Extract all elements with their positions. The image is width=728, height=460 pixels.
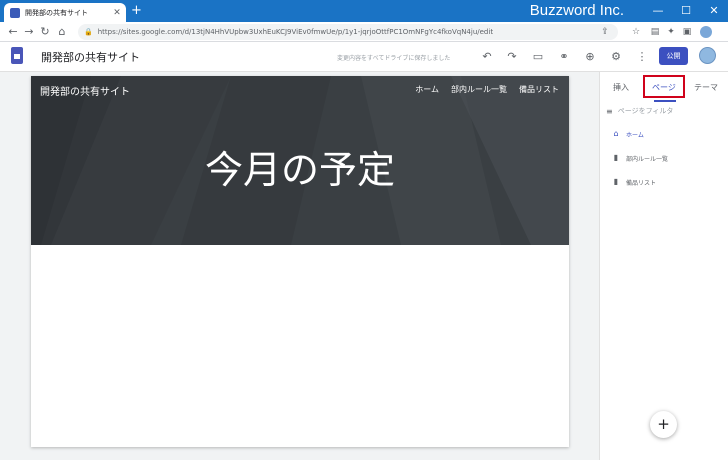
add-page-button[interactable]: + (650, 411, 677, 438)
callout-highlight-box (643, 75, 685, 98)
tab-themes[interactable]: テーマ (694, 82, 718, 93)
active-tab-indicator (654, 100, 676, 102)
filter-icon: ≡ (606, 106, 613, 116)
home-button[interactable]: ⌂ (55, 24, 69, 40)
back-button[interactable]: ← (6, 24, 20, 40)
site-name[interactable]: 開発部の共有サイト (41, 49, 140, 65)
sites-favicon-icon (10, 7, 20, 18)
forward-button[interactable]: → (22, 24, 36, 40)
page-item-equipment[interactable]: ▮ 備品リスト (612, 177, 656, 187)
account-avatar[interactable] (699, 47, 716, 64)
link-icon[interactable]: ⚭ (557, 50, 571, 64)
page-item-rules[interactable]: ▮ 部内ルール一覧 (612, 153, 668, 163)
page-title[interactable]: 今月の予定 (31, 139, 569, 194)
omnibox[interactable]: 🔒 https://sites.google.com/d/13tjN4HhVUp… (78, 24, 618, 40)
url-text: https://sites.google.com/d/13tjN4HhVUpbw… (97, 28, 494, 36)
new-tab-button[interactable]: + (131, 3, 142, 19)
header-banner[interactable]: 開発部の共有サイト ホーム 部内ルール一覧 備品リスト 今月の予定 (31, 76, 569, 245)
sidebar-icon[interactable]: ▣ (680, 25, 694, 39)
banner-navigation: ホーム 部内ルール一覧 備品リスト (415, 84, 559, 95)
nav-link-rules[interactable]: 部内ルール一覧 (451, 84, 507, 95)
tab-insert[interactable]: 挿入 (613, 82, 629, 93)
brand-watermark: Buzzword Inc. (529, 2, 624, 19)
settings-gear-icon[interactable]: ⚙ (609, 50, 623, 64)
device-preview-icon[interactable]: ▭ (531, 50, 545, 64)
browser-tab[interactable]: 開発部の共有サイト ✕ (4, 3, 126, 22)
tab-close-icon[interactable]: ✕ (110, 8, 124, 18)
page-item-label: 部内ルール一覧 (626, 155, 669, 163)
page-icon: ▮ (613, 177, 619, 186)
close-window-button[interactable]: ✕ (700, 0, 728, 22)
page-item-home[interactable]: ⌂ ホーム (612, 129, 644, 139)
extension-icon[interactable]: ▤ (648, 25, 662, 39)
puzzle-icon[interactable]: ✦ (664, 25, 678, 39)
bookmark-star-icon[interactable]: ☆ (629, 25, 643, 39)
share-icon[interactable]: ⇪ (598, 25, 612, 39)
reload-button[interactable]: ↻ (38, 24, 52, 40)
page-filter[interactable]: ≡ ページをフィルタ (606, 106, 673, 116)
more-vert-icon[interactable]: ⋮ (635, 50, 649, 64)
minimize-button[interactable]: — (644, 0, 672, 22)
sites-app-bar: 開発部の共有サイト 変更内容をすべてドライブに保存しました ↶ ↷ ▭ ⚭ ⊕ … (0, 42, 728, 72)
google-sites-logo-icon[interactable] (11, 47, 23, 64)
redo-icon[interactable]: ↷ (505, 50, 519, 64)
lock-icon: 🔒 (84, 28, 93, 36)
browser-titlebar: 開発部の共有サイト ✕ + Buzzword Inc. — ☐ ✕ (0, 0, 728, 22)
page-item-label: 備品リスト (626, 179, 657, 187)
nav-link-home[interactable]: ホーム (415, 84, 439, 95)
filter-placeholder: ページをフィルタ (617, 107, 674, 115)
home-icon: ⌂ (613, 129, 619, 138)
page-canvas[interactable]: 開発部の共有サイト ホーム 部内ルール一覧 備品リスト 今月の予定 (31, 76, 569, 447)
page-icon: ▮ (613, 153, 619, 162)
nav-link-equipment[interactable]: 備品リスト (519, 84, 559, 95)
maximize-button[interactable]: ☐ (672, 0, 700, 22)
browser-profile-avatar[interactable] (700, 26, 712, 38)
publish-button[interactable]: 公開 (659, 47, 688, 65)
page-item-label: ホーム (626, 131, 644, 139)
tab-title: 開発部の共有サイト (25, 8, 88, 17)
undo-icon[interactable]: ↶ (480, 50, 494, 64)
banner-site-title[interactable]: 開発部の共有サイト (40, 83, 130, 98)
save-status: 変更内容をすべてドライブに保存しました (337, 55, 451, 62)
share-with-others-icon[interactable]: ⊕ (583, 50, 597, 64)
address-bar: ← → ↻ ⌂ 🔒 https://sites.google.com/d/13t… (0, 22, 728, 42)
